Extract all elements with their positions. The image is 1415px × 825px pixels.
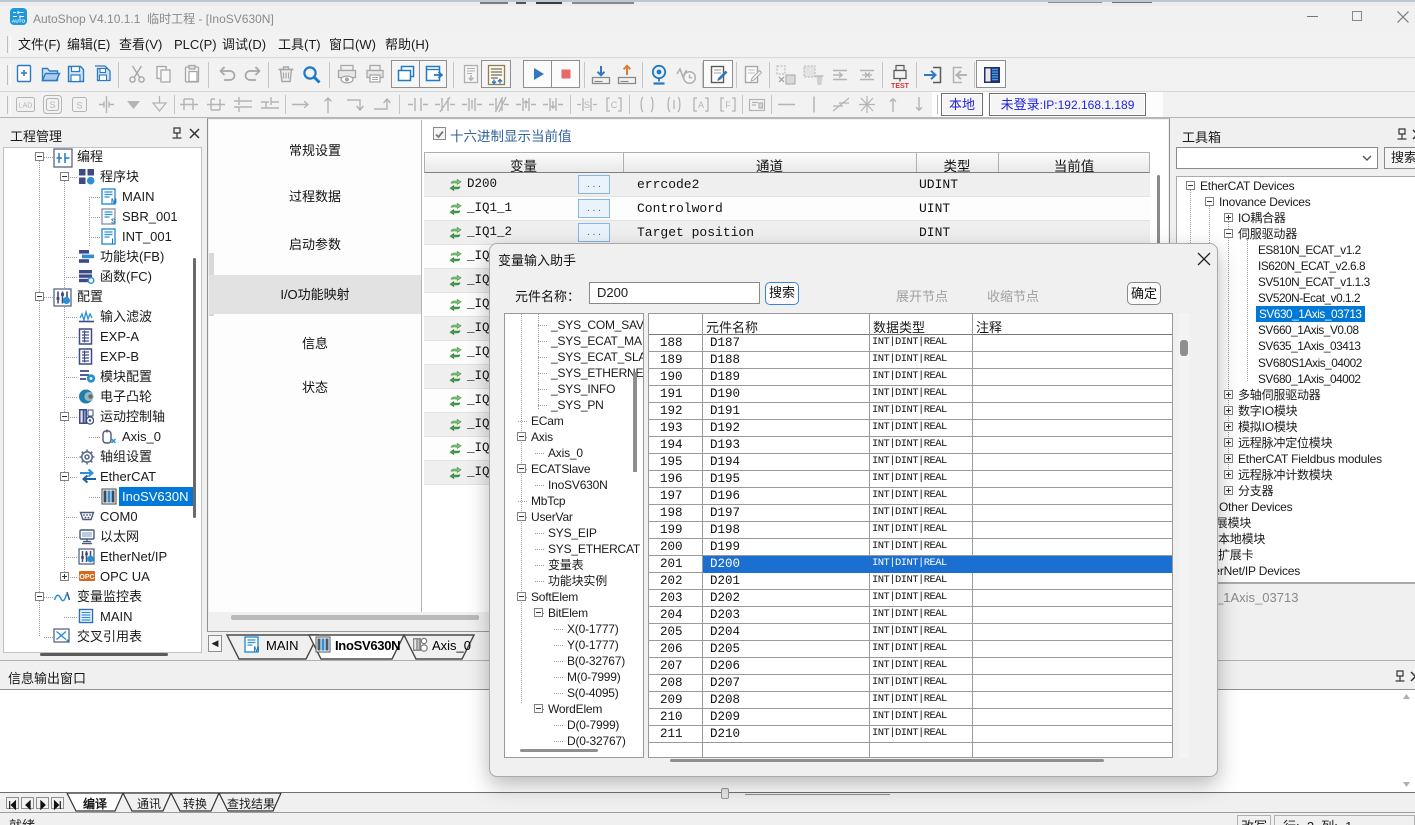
svg-text:S: S [76, 101, 82, 111]
svg-text:TEST: TEST [891, 83, 910, 90]
svg-text:S: S [49, 100, 55, 110]
svg-text:LAD: LAD [19, 103, 33, 110]
svg-text:OPC: OPC [79, 574, 94, 581]
svg-text:F: F [725, 100, 731, 110]
svg-text:C: C [611, 100, 618, 110]
svg-text:M: M [111, 199, 117, 206]
svg-text:I: I [112, 239, 114, 246]
svg-text:S: S [111, 219, 116, 226]
svg-text:S: S [584, 100, 590, 110]
svg-text:M: M [254, 647, 260, 654]
svg-text:AUTO: AUTO [12, 19, 26, 25]
svg-text:A: A [698, 100, 704, 110]
